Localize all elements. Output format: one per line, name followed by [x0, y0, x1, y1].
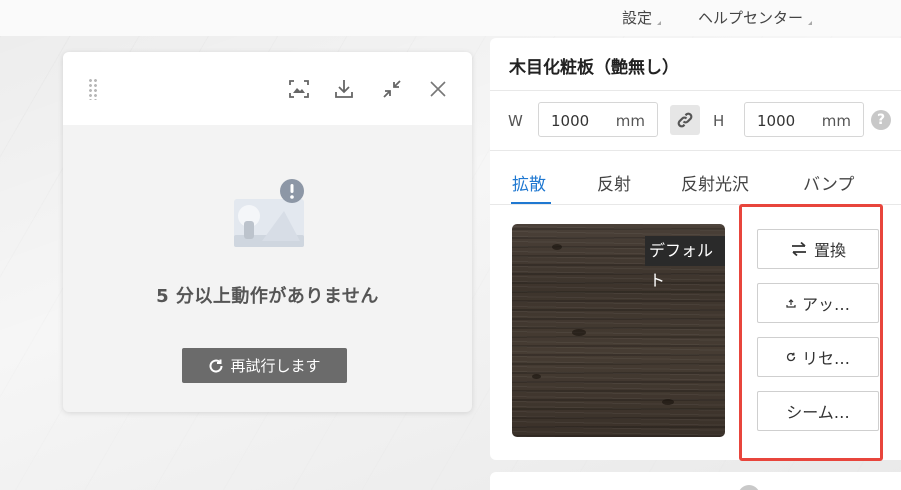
height-label: H: [713, 112, 725, 130]
help-center-label: ヘルプセンター: [698, 9, 804, 27]
top-bar: 設定 ヘルプセンター: [0, 0, 901, 36]
warning-illustration-icon: [234, 179, 314, 251]
secondary-panel: [490, 472, 901, 490]
refresh-icon: [210, 359, 223, 373]
texture-preview[interactable]: デフォルト: [512, 224, 725, 437]
shrink-icon[interactable]: [380, 77, 404, 101]
seamless-button-label: シーム…: [786, 403, 850, 422]
drag-handle-icon[interactable]: [88, 78, 98, 100]
settings-menu-label: 設定: [622, 9, 653, 27]
retry-button-label: 再試行します: [230, 357, 321, 375]
retry-button[interactable]: 再試行します: [182, 348, 347, 383]
reset-icon: [786, 352, 796, 362]
replace-button[interactable]: 置換: [757, 229, 879, 269]
upload-button[interactable]: アッ…: [757, 283, 879, 323]
wood-knot: [552, 244, 562, 250]
upload-button-label: アッ…: [801, 295, 850, 314]
reset-button[interactable]: リセ…: [757, 337, 879, 377]
default-tag: デフォルト: [645, 236, 725, 290]
width-field[interactable]: 1000 mm: [538, 102, 658, 137]
wood-knot: [572, 329, 586, 336]
inactivity-message: 5 分以上動作がありません: [156, 286, 379, 307]
tab-diffuse[interactable]: 拡散: [512, 170, 546, 195]
width-label: W: [508, 112, 523, 130]
close-icon[interactable]: [426, 77, 450, 101]
height-unit: mm: [821, 112, 851, 130]
dialog-header: [63, 52, 472, 125]
width-value: 1000: [551, 112, 590, 130]
settings-menu[interactable]: 設定: [622, 7, 662, 28]
screenshot-icon[interactable]: [287, 77, 311, 101]
material-panel: 木目化粧板（艶無し） W 1000 mm H 1000 mm ? 拡散 反射 反…: [490, 38, 901, 461]
divider: [490, 150, 901, 151]
tab-reflection[interactable]: 反射: [597, 170, 631, 195]
tab-bump[interactable]: バンプ: [803, 170, 854, 195]
link-icon: [677, 112, 693, 128]
help-center-menu[interactable]: ヘルプセンター: [698, 7, 813, 28]
tab-reflection-gloss[interactable]: 反射光沢: [681, 170, 749, 195]
reset-button-label: リセ…: [801, 349, 850, 368]
help-icon[interactable]: ?: [871, 110, 891, 130]
material-title: 木目化粧板（艶無し）: [509, 58, 679, 78]
wood-knot: [662, 399, 674, 405]
seamless-button[interactable]: シーム…: [757, 391, 879, 431]
circle-icon: [738, 485, 760, 490]
height-value: 1000: [757, 112, 796, 130]
download-icon[interactable]: [332, 77, 356, 101]
replace-button-label: 置換: [813, 241, 846, 260]
dropdown-corner-icon: [808, 21, 813, 25]
upload-icon: [786, 299, 796, 308]
dropdown-corner-icon: [657, 21, 662, 25]
swap-icon: [791, 241, 806, 257]
wood-knot: [532, 374, 541, 379]
link-dimensions-button[interactable]: [670, 105, 700, 135]
width-unit: mm: [615, 112, 645, 130]
divider: [490, 90, 901, 91]
inactivity-dialog: 5 分以上動作がありません 再試行します: [63, 52, 472, 412]
height-field[interactable]: 1000 mm: [744, 102, 864, 137]
